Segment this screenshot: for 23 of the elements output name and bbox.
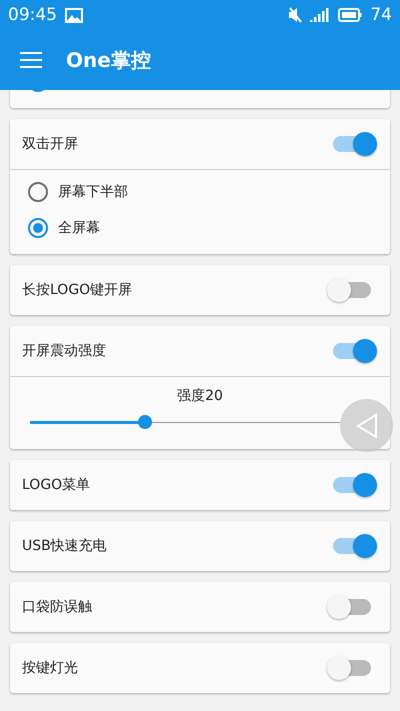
radio-button[interactable] bbox=[28, 182, 48, 202]
setting-label: LOGO菜单 bbox=[22, 476, 90, 494]
battery-icon bbox=[338, 8, 362, 22]
back-icon bbox=[356, 412, 378, 438]
signal-icon bbox=[310, 8, 330, 22]
app-title: One掌控 bbox=[66, 46, 151, 74]
radio-button[interactable] bbox=[28, 218, 48, 238]
setting-label: 开屏震动强度 bbox=[22, 342, 106, 360]
option-label: 全屏幕 bbox=[58, 219, 100, 237]
image-icon bbox=[65, 8, 83, 22]
status-time: 09:45 bbox=[8, 5, 57, 25]
slider-thumb[interactable] bbox=[138, 415, 152, 429]
mute-icon bbox=[288, 7, 302, 23]
setting-label: 口袋防误触 bbox=[22, 598, 92, 616]
slider-track[interactable] bbox=[30, 415, 340, 429]
setting-label: 按键灯光 bbox=[22, 659, 78, 677]
battery-level: 74 bbox=[370, 5, 392, 25]
setting-label: USB快速充电 bbox=[22, 537, 107, 555]
strength-reading: 强度20 bbox=[177, 388, 223, 404]
menu-icon[interactable] bbox=[20, 52, 42, 68]
option-label: 屏幕下半部 bbox=[58, 183, 128, 201]
setting-label: 双击开屏 bbox=[22, 135, 78, 153]
setting-label: 长按LOGO键开屏 bbox=[22, 281, 132, 299]
